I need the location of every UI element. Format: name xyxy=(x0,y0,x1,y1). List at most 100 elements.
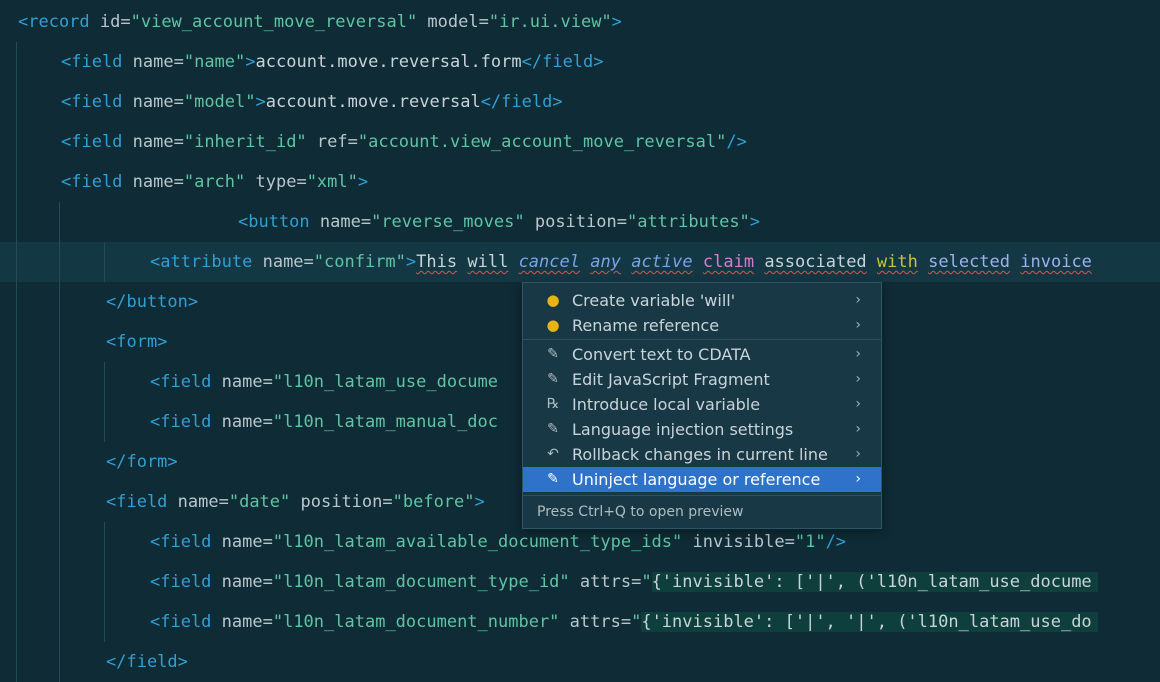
menu-uninject-language[interactable]: ✎ Uninject language or reference › xyxy=(523,467,881,492)
code-token: " xyxy=(631,612,642,632)
code-token: claim xyxy=(702,252,755,272)
code-token: </field> xyxy=(106,652,188,672)
code-token: "name" xyxy=(183,52,246,72)
refactor-icon: ℞ xyxy=(546,396,560,412)
code-token: "model" xyxy=(183,92,256,112)
code-token: selected xyxy=(928,252,1011,272)
code-token: " xyxy=(641,572,652,592)
menu-edit-js-fragment[interactable]: ✎ Edit JavaScript Fragment › xyxy=(523,367,881,392)
code-token: <field xyxy=(150,372,212,392)
code-token: name= xyxy=(211,572,273,592)
chevron-right-icon: › xyxy=(855,471,861,487)
code-text: </field> xyxy=(106,642,188,682)
code-token: > xyxy=(357,172,369,192)
edit-icon: ✎ xyxy=(547,471,559,487)
code-text: </button> xyxy=(106,282,198,322)
menu-item-label: Rename reference xyxy=(572,316,720,335)
code-token: account.move.reversal.form xyxy=(255,52,522,72)
indent-guide xyxy=(16,242,17,282)
code-line[interactable]: <attribute name="confirm">This will canc… xyxy=(0,242,1160,282)
menu-item-label: Rollback changes in current line xyxy=(572,445,828,464)
code-text: <record id="view_account_move_reversal" … xyxy=(18,2,622,42)
menu-language-injection-settings[interactable]: ✎ Language injection settings › xyxy=(523,417,881,442)
code-line[interactable]: <field name="name">account.move.reversal… xyxy=(0,42,1160,82)
menu-convert-cdata[interactable]: ✎ Convert text to CDATA › xyxy=(523,342,881,367)
code-text: <field name="l10n_latam_document_number"… xyxy=(150,602,1098,642)
code-token: "xml" xyxy=(306,172,358,192)
indent-guide xyxy=(16,562,17,602)
code-token: </form> xyxy=(106,452,178,472)
code-text: <field name="arch" type="xml"> xyxy=(61,162,368,202)
code-token: will xyxy=(467,252,509,272)
code-token: <attribute xyxy=(150,252,253,272)
code-token: {'invisible': ['|', '|', ('l10n_latam_us… xyxy=(641,612,1098,632)
code-token: "account.view_account_move_reversal" xyxy=(357,132,727,152)
code-line[interactable]: <field name="arch" type="xml"> xyxy=(0,162,1160,202)
code-text: <form> xyxy=(106,322,167,362)
menu-item-label: Create variable 'will' xyxy=(572,291,736,310)
indent-guide xyxy=(16,602,17,642)
code-token: cancel xyxy=(518,252,580,272)
code-line[interactable]: <record id="view_account_move_reversal" … xyxy=(0,2,1160,42)
indent-guide xyxy=(16,42,17,82)
code-token: invoice xyxy=(1020,252,1092,272)
chevron-right-icon: › xyxy=(855,292,861,308)
code-token: name= xyxy=(211,412,273,432)
code-line[interactable]: </field> xyxy=(0,642,1160,682)
code-line[interactable]: <field name="inherit_id" ref="account.vi… xyxy=(0,122,1160,162)
indent-guide xyxy=(59,482,60,522)
code-line[interactable]: <field name="l10n_latam_document_type_id… xyxy=(0,562,1160,602)
code-line[interactable]: <button name="reverse_moves" position="a… xyxy=(0,202,1160,242)
chevron-right-icon: › xyxy=(855,346,861,362)
code-text: </form> xyxy=(106,442,178,482)
code-token: id= xyxy=(89,12,131,32)
code-token: "l10n_latam_available_document_type_ids" xyxy=(272,532,683,552)
code-token: position= xyxy=(290,492,393,512)
menu-rollback-changes[interactable]: ↶ Rollback changes in current line › xyxy=(523,442,881,467)
indent-guide xyxy=(59,402,60,442)
code-token: <field xyxy=(150,612,212,632)
code-token: "reverse_moves" xyxy=(371,212,525,232)
code-text: <field name="l10n_latam_use_docume xyxy=(150,362,498,402)
indent-guide xyxy=(104,562,105,602)
intention-actions-popup: Press Ctrl+Q to open preview ● Create var… xyxy=(522,282,882,529)
indent-guide xyxy=(16,482,17,522)
code-token: "before" xyxy=(392,492,475,512)
code-token: invisible= xyxy=(682,532,795,552)
code-text: <field name="date" position="before"> xyxy=(106,482,485,522)
indent-guide xyxy=(104,362,105,402)
indent-guide xyxy=(59,242,60,282)
code-text: <field name="model">account.move.reversa… xyxy=(61,82,563,122)
indent-guide xyxy=(59,362,60,402)
indent-guide xyxy=(59,562,60,602)
menu-introduce-local-variable[interactable]: ℞ Introduce local variable › xyxy=(523,392,881,417)
code-token: model= xyxy=(417,12,489,32)
code-token: <field xyxy=(106,492,168,512)
menu-item-label: Convert text to CDATA xyxy=(572,345,751,364)
code-token: associated xyxy=(764,252,867,272)
code-text: <field name="name">account.move.reversal… xyxy=(61,42,604,82)
code-line[interactable]: <field name="model">account.move.reversa… xyxy=(0,82,1160,122)
code-text: <field name="l10n_latam_document_type_id… xyxy=(150,562,1098,602)
code-token: "arch" xyxy=(183,172,246,192)
indent-guide xyxy=(59,522,60,562)
indent-guide xyxy=(16,362,17,402)
code-token: <field xyxy=(61,52,123,72)
edit-icon: ✎ xyxy=(547,346,559,362)
code-token: "date" xyxy=(228,492,291,512)
code-token: name= xyxy=(122,132,184,152)
code-token: name= xyxy=(211,372,273,392)
menu-item-label: Edit JavaScript Fragment xyxy=(572,370,770,389)
code-token: "confirm" xyxy=(313,252,406,272)
bulb-icon: ● xyxy=(546,291,560,309)
code-token: > xyxy=(749,212,761,232)
menu-item-label: Uninject language or reference xyxy=(572,470,821,489)
code-text: <field name="l10n_latam_manual_doc xyxy=(150,402,498,442)
code-token: with xyxy=(876,252,918,272)
code-line[interactable]: <field name="l10n_latam_document_number"… xyxy=(0,602,1160,642)
menu-create-variable[interactable]: ● Create variable 'will' › xyxy=(523,288,881,313)
menu-rename-reference[interactable]: ● Rename reference › xyxy=(523,313,881,338)
